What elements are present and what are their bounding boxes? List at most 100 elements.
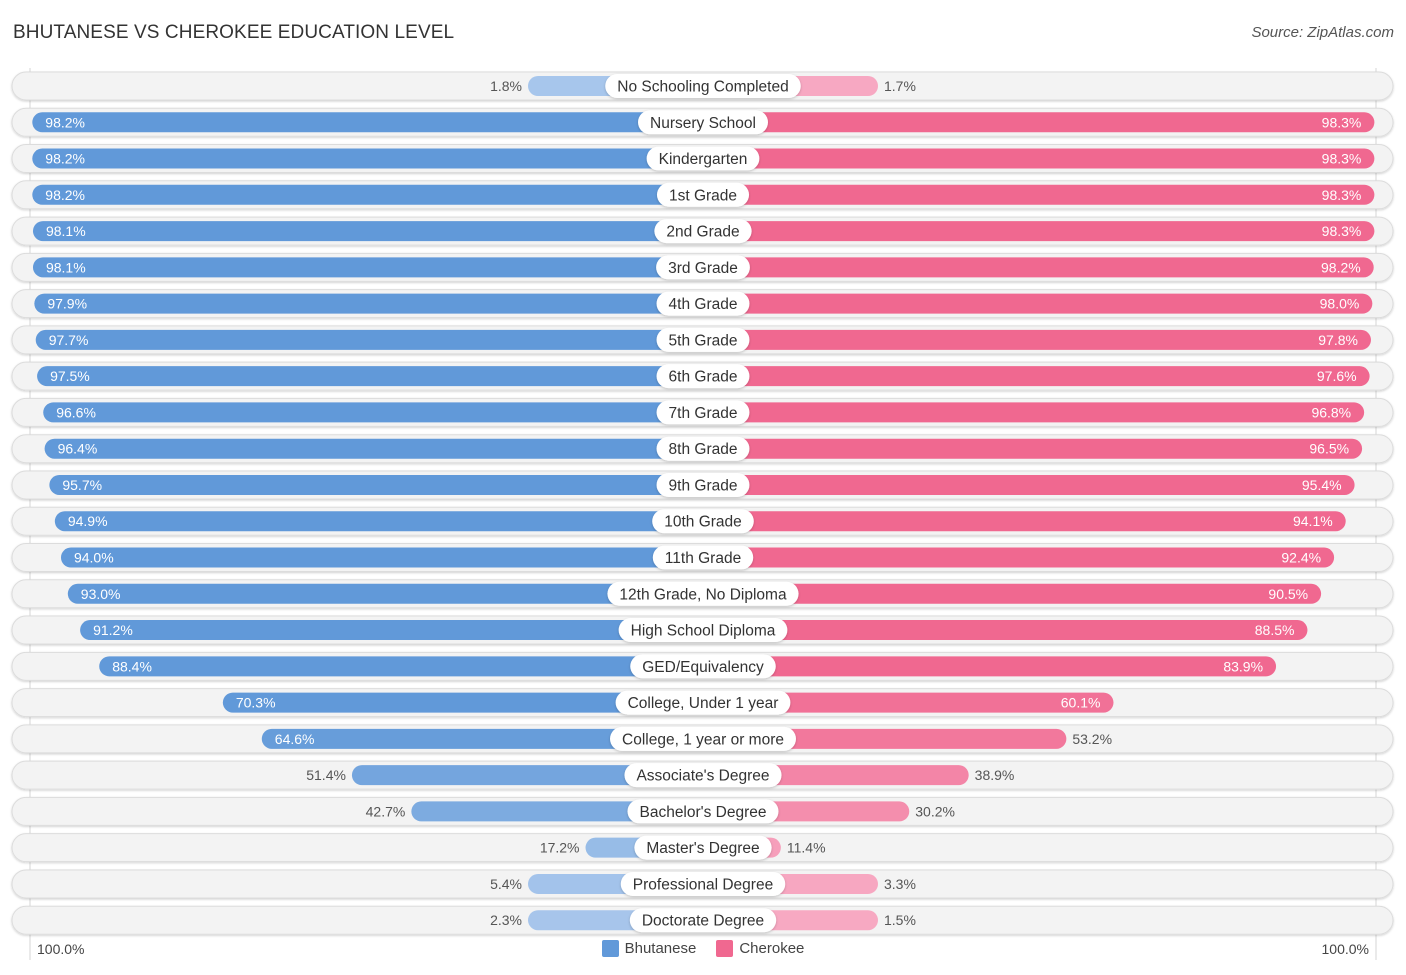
value-label-cherokee: 94.1% <box>1293 513 1333 529</box>
value-label-cherokee: 98.3% <box>1322 114 1362 130</box>
value-label-cherokee: 60.1% <box>1061 695 1101 711</box>
bar-cherokee <box>703 184 1375 205</box>
value-label-bhutanese: 93.0% <box>81 586 121 602</box>
bar-bhutanese <box>32 184 703 205</box>
legend-swatch-cherokee <box>716 940 734 957</box>
value-label-bhutanese: 98.1% <box>46 223 86 239</box>
value-label-cherokee: 53.2% <box>1072 731 1112 747</box>
value-label-cherokee: 98.3% <box>1322 187 1362 203</box>
category-label: 5th Grade <box>669 332 738 349</box>
row-college-under-1-year: 70.3% 60.1% College, Under 1 year <box>11 688 1394 718</box>
category-label: Associate's Degree <box>636 768 769 785</box>
row-1st-grade: 98.2% 98.3% 1st Grade <box>11 180 1394 210</box>
category-label: Professional Degree <box>633 876 773 893</box>
bar-bhutanese <box>60 547 704 568</box>
value-label-cherokee: 98.3% <box>1322 223 1362 239</box>
value-label-cherokee: 96.5% <box>1309 441 1349 457</box>
bar-cherokee <box>703 438 1363 459</box>
row-3rd-grade: 98.1% 98.2% 3rd Grade <box>11 252 1394 282</box>
value-label-bhutanese: 1.8% <box>490 78 522 94</box>
category-label: Doctorate Degree <box>642 913 764 930</box>
value-label-bhutanese: 94.0% <box>74 550 114 566</box>
category-label: 10th Grade <box>664 514 742 531</box>
value-label-cherokee: 38.9% <box>975 767 1015 783</box>
row-8th-grade: 96.4% 96.5% 8th Grade <box>11 434 1394 464</box>
value-label-bhutanese: 70.3% <box>236 695 276 711</box>
category-label: Kindergarten <box>659 151 748 168</box>
value-label-bhutanese: 97.7% <box>49 332 89 348</box>
row-high-school-diploma: 91.2% 88.5% High School Diploma <box>11 615 1394 645</box>
bar-bhutanese <box>54 511 703 532</box>
value-label-cherokee: 1.7% <box>884 78 916 94</box>
bar-cherokee <box>703 329 1371 350</box>
value-label-cherokee: 95.4% <box>1302 477 1342 493</box>
row-7th-grade: 96.6% 96.8% 7th Grade <box>11 397 1394 427</box>
category-label: 1st Grade <box>669 187 737 204</box>
value-label-bhutanese: 88.4% <box>112 658 152 674</box>
row-5th-grade: 97.7% 97.8% 5th Grade <box>11 325 1394 355</box>
category-label: College, 1 year or more <box>622 731 784 748</box>
row-9th-grade: 95.7% 95.4% 9th Grade <box>11 470 1394 500</box>
bar-cherokee <box>703 547 1335 568</box>
bar-cherokee <box>703 620 1308 641</box>
value-label-bhutanese: 91.2% <box>93 622 133 638</box>
bar-bhutanese <box>80 620 703 641</box>
category-label: College, Under 1 year <box>628 695 779 712</box>
bar-bhutanese <box>49 474 703 495</box>
row-6th-grade: 97.5% 97.6% 6th Grade <box>11 361 1394 391</box>
legend-item-cherokee[interactable]: Cherokee <box>716 940 804 957</box>
category-label: High School Diploma <box>631 623 776 640</box>
value-label-bhutanese: 94.9% <box>68 513 108 529</box>
category-label: Bachelor's Degree <box>639 804 766 821</box>
value-label-bhutanese: 98.2% <box>45 114 85 130</box>
value-label-cherokee: 1.5% <box>884 912 916 928</box>
row-associate-s-degree: 51.4% 38.9% Associate's Degree <box>11 760 1394 790</box>
bar-bhutanese <box>32 221 704 242</box>
value-label-cherokee: 92.4% <box>1281 550 1321 566</box>
bar-cherokee <box>703 112 1375 133</box>
row-nursery-school: 98.2% 98.3% Nursery School <box>11 107 1394 137</box>
bar-cherokee <box>703 366 1370 387</box>
row-professional-degree: 5.4% 3.3% Professional Degree <box>11 869 1394 899</box>
bar-cherokee <box>703 293 1373 314</box>
bar-bhutanese <box>35 329 704 350</box>
value-label-bhutanese: 64.6% <box>275 731 315 747</box>
bar-cherokee <box>703 257 1374 278</box>
bar-cherokee <box>703 474 1355 495</box>
value-label-cherokee: 90.5% <box>1268 586 1308 602</box>
value-label-bhutanese: 96.4% <box>58 441 98 457</box>
value-label-cherokee: 11.4% <box>787 840 826 856</box>
value-label-cherokee: 83.9% <box>1223 658 1263 674</box>
legend-swatch-bhutanese <box>601 940 619 957</box>
value-label-cherokee: 98.3% <box>1322 151 1362 167</box>
bar-cherokee <box>703 511 1346 532</box>
value-label-bhutanese: 96.6% <box>56 404 96 420</box>
row-10th-grade: 94.9% 94.1% 10th Grade <box>11 506 1394 536</box>
category-label: No Schooling Completed <box>617 79 788 96</box>
value-label-bhutanese: 98.2% <box>45 187 85 203</box>
bar-bhutanese <box>43 402 704 423</box>
bar-bhutanese <box>32 148 703 169</box>
legend: Bhutanese Cherokee <box>0 940 1406 957</box>
bar-cherokee <box>703 221 1375 242</box>
row-college-1-year-or-more: 64.6% 53.2% College, 1 year or more <box>11 724 1394 754</box>
category-label: 9th Grade <box>669 477 738 494</box>
chart-canvas: 1.8% 1.7% No Schooling Completed 98.2% 98.3%… <box>11 68 1394 960</box>
row-11th-grade: 94.0% 92.4% 11th Grade <box>11 543 1394 573</box>
category-label: GED/Equivalency <box>642 659 764 676</box>
category-label: 6th Grade <box>669 369 738 386</box>
value-label-cherokee: 98.2% <box>1321 259 1361 275</box>
row-doctorate-degree: 2.3% 1.5% Doctorate Degree <box>11 905 1394 935</box>
category-label: 11th Grade <box>665 550 741 567</box>
row-ged-equivalency: 88.4% 83.9% GED/Equivalency <box>11 651 1394 681</box>
value-label-bhutanese: 98.2% <box>45 151 85 167</box>
value-label-cherokee: 97.6% <box>1317 368 1357 384</box>
bar-cherokee <box>703 148 1375 169</box>
value-label-bhutanese: 95.7% <box>62 477 102 493</box>
value-label-cherokee: 96.8% <box>1311 404 1351 420</box>
category-label: Master's Degree <box>646 840 759 857</box>
value-label-cherokee: 3.3% <box>884 876 916 892</box>
bar-bhutanese <box>34 293 703 314</box>
legend-item-bhutanese[interactable]: Bhutanese <box>601 940 696 957</box>
value-label-cherokee: 88.5% <box>1255 622 1295 638</box>
